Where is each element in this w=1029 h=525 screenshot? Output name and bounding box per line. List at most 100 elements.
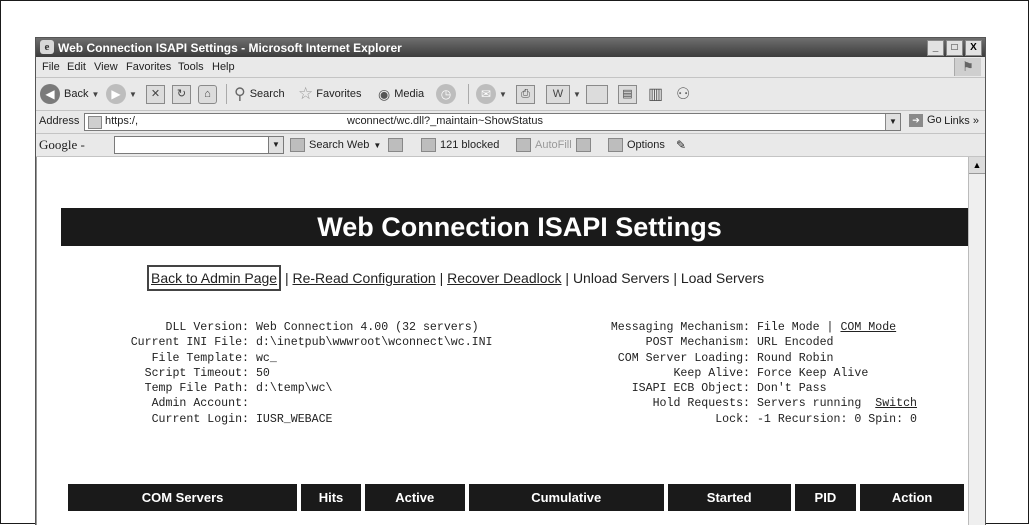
menu-edit[interactable]: Edit bbox=[67, 61, 86, 73]
popup-blocker-icon bbox=[421, 138, 436, 152]
col-started: Started bbox=[667, 484, 791, 511]
blocked-count: 121 blocked bbox=[440, 139, 500, 151]
window-title: Web Connection ISAPI Settings - Microsof… bbox=[58, 41, 402, 55]
menu-file[interactable]: File bbox=[42, 61, 60, 73]
discuss-button[interactable] bbox=[586, 84, 608, 104]
options-button[interactable]: Options bbox=[608, 138, 665, 152]
blogger-button[interactable] bbox=[576, 138, 591, 152]
info-value: Round Robin bbox=[756, 351, 834, 365]
options-label: Options bbox=[627, 139, 665, 151]
info-row: Current INI File: d:\inetpub\wwwroot\wco… bbox=[37, 336, 493, 351]
chevron-down-icon: ▼ bbox=[373, 140, 382, 150]
info-key: POST Mechanism: bbox=[645, 336, 750, 350]
refresh-button[interactable]: ↻ bbox=[172, 84, 191, 104]
maximize-button[interactable]: □ bbox=[946, 40, 963, 56]
highlight-button[interactable]: ✎ bbox=[676, 138, 686, 152]
info-row: Temp File Path: d:\temp\wc\ bbox=[37, 382, 493, 397]
mail-icon: ✉ bbox=[476, 84, 496, 104]
info-row: POST Mechanism: URL Encoded bbox=[534, 336, 917, 351]
col-cumulative: Cumulative bbox=[468, 484, 664, 511]
info-key: ISAPI ECB Object: bbox=[631, 382, 750, 396]
com-mode-link[interactable]: COM Mode bbox=[840, 321, 896, 334]
home-button[interactable]: ⌂ bbox=[198, 84, 217, 104]
forward-button[interactable]: ▶ ▼ bbox=[106, 84, 137, 104]
go-button[interactable]: ➔ Go bbox=[909, 114, 942, 127]
search-icon: ⚲ bbox=[234, 86, 246, 103]
google-search-input[interactable] bbox=[114, 136, 282, 154]
links-button[interactable]: Links » bbox=[944, 115, 979, 127]
contacts-button[interactable]: ⚇ bbox=[676, 84, 690, 104]
mail-button[interactable]: ✉ ▼ bbox=[476, 84, 507, 104]
minimize-button[interactable]: _ bbox=[927, 40, 944, 56]
menu-favorites[interactable]: Favorites bbox=[126, 61, 171, 73]
search-web-button[interactable]: Search Web ▼ bbox=[290, 138, 381, 152]
unload-servers-link[interactable]: Unload Servers bbox=[573, 270, 670, 286]
switch-link[interactable]: Switch bbox=[875, 397, 917, 410]
back-to-admin-link[interactable]: Back to Admin Page bbox=[151, 270, 277, 286]
scroll-up-icon[interactable]: ▲ bbox=[969, 157, 985, 174]
pagerank-button[interactable] bbox=[388, 138, 403, 152]
stop-button[interactable]: ✕ bbox=[146, 84, 165, 104]
close-button[interactable]: X bbox=[965, 40, 982, 56]
search-web-label: Search Web bbox=[309, 139, 370, 151]
page-content: Web Connection ISAPI Settings Back to Ad… bbox=[36, 157, 968, 525]
links-label: Links bbox=[944, 115, 970, 127]
media-button[interactable]: ◉ Media bbox=[378, 84, 424, 104]
google-logo[interactable]: Google - bbox=[39, 137, 85, 153]
options-icon bbox=[608, 138, 623, 152]
menu-view[interactable]: View bbox=[94, 61, 118, 73]
info-key: Current INI File: bbox=[130, 336, 249, 350]
search-button[interactable]: ⚲ Search bbox=[234, 84, 285, 104]
autofill-button[interactable]: AutoFill bbox=[516, 138, 572, 152]
address-url: wconnect/wc.dll?_maintain~ShowStatus bbox=[347, 115, 543, 127]
col-com-servers: COM Servers bbox=[68, 484, 298, 511]
address-dropdown-icon[interactable]: ▼ bbox=[885, 114, 900, 130]
reread-config-link[interactable]: Re-Read Configuration bbox=[293, 270, 436, 286]
info-value: IUSR_WEBACE bbox=[255, 412, 333, 426]
info-value: Don't Pass bbox=[756, 382, 827, 396]
page-title: Web Connection ISAPI Settings bbox=[61, 208, 968, 246]
menu-help[interactable]: Help bbox=[212, 61, 235, 73]
menu-tools[interactable]: Tools bbox=[178, 61, 204, 73]
edit-button[interactable]: W ▼ bbox=[546, 84, 581, 104]
vertical-scrollbar[interactable]: ▲ bbox=[968, 157, 985, 525]
info-value: Web Connection 4.00 (32 servers) bbox=[255, 321, 479, 334]
title-bar: e Web Connection ISAPI Settings - Micros… bbox=[36, 38, 985, 57]
info-key: File Template: bbox=[151, 351, 249, 365]
autofill-icon bbox=[516, 138, 531, 152]
load-servers-link[interactable]: Load Servers bbox=[681, 270, 764, 286]
info-key: Hold Requests: bbox=[652, 397, 750, 411]
back-label: Back bbox=[64, 88, 89, 100]
info-row: COM Server Loading: Round Robin bbox=[534, 352, 917, 367]
favorites-button[interactable]: ☆ Favorites bbox=[298, 84, 362, 104]
history-icon: ◷ bbox=[436, 84, 456, 104]
popup-blocker-button[interactable]: 121 blocked bbox=[421, 138, 499, 152]
info-key: Messaging Mechanism: bbox=[610, 321, 750, 334]
col-active: Active bbox=[364, 484, 465, 511]
table-header-row: COM Servers Hits Active Cumulative Start… bbox=[68, 484, 964, 511]
google-toolbar: Google - ▼ Search Web ▼ 121 blocked Auto… bbox=[36, 134, 985, 157]
menu-bar: File Edit View Favorites Tools Help ⚑ bbox=[36, 57, 985, 78]
google-dropdown-icon[interactable]: ▼ bbox=[268, 136, 284, 154]
info-key: Lock: bbox=[715, 412, 750, 426]
history-button[interactable]: ◷ bbox=[436, 84, 456, 104]
home-icon: ⌂ bbox=[198, 84, 217, 104]
research-button[interactable]: ▥ bbox=[648, 84, 663, 104]
info-row: DLL Version: Web Connection 4.00 (32 ser… bbox=[37, 321, 493, 336]
messenger-button[interactable]: ▤ bbox=[618, 84, 637, 104]
address-input[interactable]: https:/, wconnect/wc.dll?_maintain~ShowS… bbox=[84, 113, 901, 131]
address-bar: Address https:/, wconnect/wc.dll?_mainta… bbox=[36, 111, 985, 134]
print-button[interactable]: ⎙ bbox=[516, 84, 535, 104]
info-row: Keep Alive: Force Keep Alive bbox=[534, 367, 917, 382]
discuss-icon bbox=[586, 84, 608, 104]
search-label: Search bbox=[249, 88, 285, 100]
info-key: COM Server Loading: bbox=[617, 351, 750, 365]
stop-icon: ✕ bbox=[146, 84, 165, 104]
info-value: wc_ bbox=[255, 351, 277, 365]
back-button[interactable]: ◀ Back ▼ bbox=[40, 84, 99, 104]
col-hits: Hits bbox=[301, 484, 361, 511]
info-row: Hold Requests: Servers running Switch bbox=[534, 397, 917, 412]
recover-deadlock-link[interactable]: Recover Deadlock bbox=[447, 270, 561, 286]
toolbar-divider bbox=[468, 84, 469, 104]
server-info-right: Messaging Mechanism: File Mode | COM Mod… bbox=[534, 321, 917, 428]
